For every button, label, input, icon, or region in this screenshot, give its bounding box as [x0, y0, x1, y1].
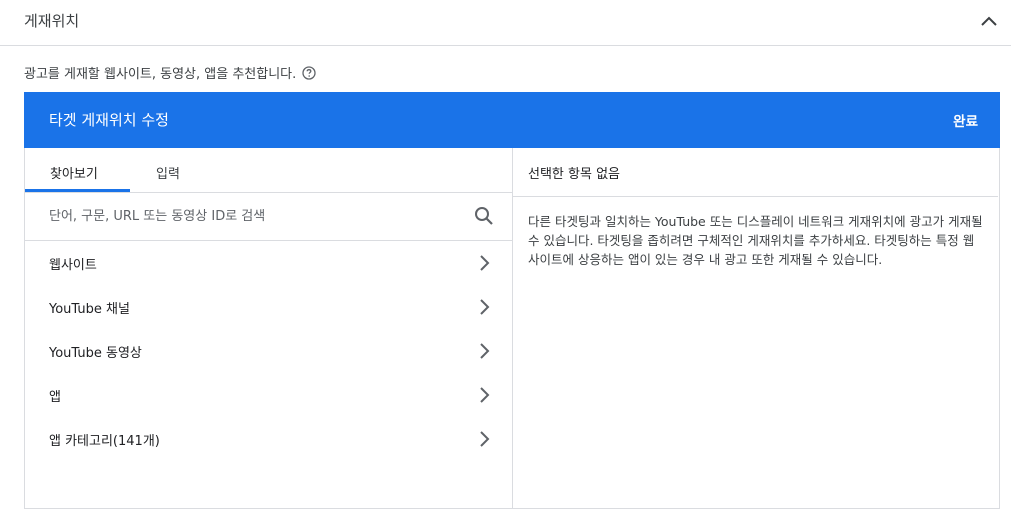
- list-item-label: 앱 카테고리(141개): [49, 434, 160, 449]
- done-button[interactable]: 완료: [953, 110, 978, 130]
- chevron-up-icon: [981, 16, 997, 26]
- list-item-label: YouTube 채널: [49, 302, 130, 317]
- selected-panel-header: 선택한 항목 없음: [512, 148, 998, 197]
- list-item-websites[interactable]: 웹사이트: [25, 241, 512, 285]
- selected-panel-help-text: 다른 타겟팅과 일치하는 YouTube 또는 디스플레이 네트워크 게재위치에…: [528, 214, 983, 267]
- placements-section-header[interactable]: 게재위치: [0, 0, 1011, 46]
- help-circle-icon[interactable]: [302, 65, 316, 80]
- editor-header-bar: 타겟 게재위치 수정 완료: [24, 92, 1000, 148]
- chevron-right-icon: [480, 343, 490, 359]
- chevron-right-icon: [480, 299, 490, 315]
- chevron-right-icon: [480, 387, 490, 403]
- list-item-label: 앱: [49, 390, 61, 405]
- browse-panel: 찾아보기 입력 웹사이트 YouTube 채널 YouTube 동영상 앱: [24, 148, 513, 509]
- tab-browse[interactable]: 찾아보기: [50, 163, 98, 182]
- search-icon[interactable]: [473, 205, 495, 227]
- chevron-right-icon: [480, 431, 490, 447]
- section-description: 광고를 게재할 웹사이트, 동영상, 앱을 추천합니다.: [24, 63, 316, 82]
- list-item-app-categories[interactable]: 앱 카테고리(141개): [25, 417, 512, 461]
- list-item-apps[interactable]: 앱: [25, 373, 512, 417]
- selected-panel: 선택한 항목 없음 다른 타겟팅과 일치하는 YouTube 또는 디스플레이 …: [512, 148, 1000, 509]
- list-item-youtube-channels[interactable]: YouTube 채널: [25, 285, 512, 329]
- description-text: 광고를 게재할 웹사이트, 동영상, 앱을 추천합니다.: [24, 67, 297, 82]
- section-title: 게재위치: [24, 12, 80, 30]
- search-row: [25, 193, 512, 241]
- placement-category-list: 웹사이트 YouTube 채널 YouTube 동영상 앱 앱 카테고리(141…: [25, 241, 512, 461]
- no-selection-label: 선택한 항목 없음: [528, 167, 620, 182]
- active-tab-indicator: [25, 189, 130, 192]
- list-item-youtube-videos[interactable]: YouTube 동영상: [25, 329, 512, 373]
- list-item-label: 웹사이트: [49, 258, 97, 273]
- chevron-right-icon: [480, 255, 490, 271]
- tab-input[interactable]: 입력: [156, 163, 180, 182]
- collapse-button[interactable]: [976, 8, 1002, 34]
- list-item-label: YouTube 동영상: [49, 346, 142, 361]
- panel-tabs: 찾아보기 입력: [25, 148, 512, 193]
- search-input[interactable]: [49, 205, 469, 227]
- editor-title: 타겟 게재위치 수정: [49, 111, 169, 129]
